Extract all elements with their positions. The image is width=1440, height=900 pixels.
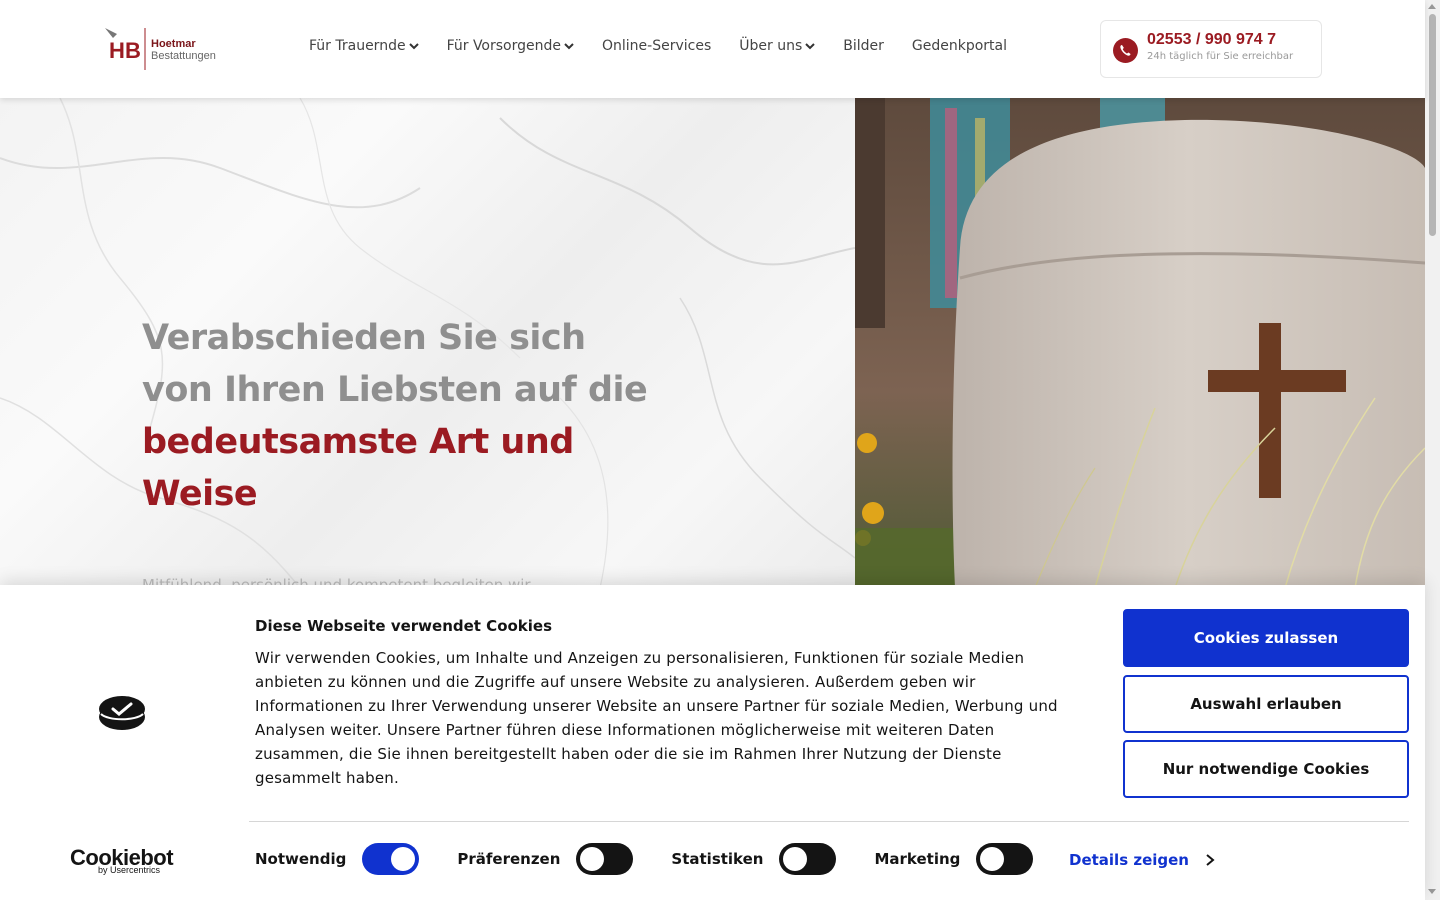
logo-mark-icon: H B	[105, 28, 146, 70]
scroll-up-arrow-icon[interactable]	[1428, 4, 1436, 9]
cookie-category-toggles: Notwendig Präferenzen Statistiken Market…	[255, 843, 1071, 875]
site-header: H B Hoetmar Bestattungen Für Trauernde F…	[0, 0, 1425, 98]
phone-contact[interactable]: 02553 / 990 974 7 24h täglich für Sie er…	[1100, 20, 1322, 78]
nav-item-ueber-uns[interactable]: Über uns	[739, 38, 815, 54]
svg-text:B: B	[125, 38, 141, 63]
toggle-label-necessary: Notwendig	[255, 850, 347, 868]
chevron-down-icon	[408, 43, 419, 50]
hero-title-line1: Verabschieden Sie sich	[142, 318, 586, 358]
cookie-banner-divider	[249, 821, 1409, 822]
nav-item-online-services[interactable]: Online-Services	[602, 38, 711, 54]
hero-title-accent-line2: Weise	[142, 474, 258, 514]
logo-line2: Bestattungen	[151, 50, 216, 62]
cookie-banner-text: Wir verwenden Cookies, um Inhalte und An…	[255, 649, 1058, 787]
site-logo[interactable]: H B Hoetmar Bestattungen	[103, 26, 233, 72]
nav-label: Online-Services	[602, 38, 712, 54]
phone-number[interactable]: 02553 / 990 974 7	[1147, 31, 1276, 49]
hero-text-panel: Verabschieden Sie sich von Ihren Liebste…	[0, 98, 855, 588]
nav-item-gedenkportal[interactable]: Gedenkportal	[912, 38, 1007, 54]
allow-selection-button[interactable]: Auswahl erlauben	[1123, 675, 1409, 733]
show-details-label: Details zeigen	[1069, 851, 1189, 869]
statistics-toggle[interactable]	[779, 843, 837, 875]
toggle-group-necessary: Notwendig	[255, 843, 420, 875]
toggle-knob	[980, 847, 1005, 871]
nav-item-bilder[interactable]: Bilder	[843, 38, 884, 54]
necessary-cookies-only-button[interactable]: Nur notwendige Cookies	[1123, 740, 1409, 798]
toggle-knob	[783, 847, 808, 871]
svg-text:H: H	[109, 38, 125, 63]
nav-label: Gedenkportal	[911, 38, 1007, 54]
toggle-label-marketing: Marketing	[874, 850, 961, 868]
nav-label: Für Vorsorgende	[446, 38, 561, 54]
cookiebot-brand-sub: by Usercentrics	[98, 865, 161, 875]
logo-text: Hoetmar Bestattungen	[151, 38, 216, 62]
logo-line1: Hoetmar	[151, 38, 196, 50]
nav-label: Für Trauernde	[309, 38, 406, 54]
chevron-down-icon	[564, 43, 574, 50]
marketing-toggle[interactable]	[976, 843, 1034, 875]
toggle-group-marketing: Marketing	[874, 843, 1034, 875]
scroll-down-arrow-icon[interactable]	[1428, 889, 1436, 894]
scrollbar-thumb[interactable]	[1429, 14, 1436, 236]
toggle-label-statistics: Statistiken	[671, 850, 764, 868]
main-nav: Für Trauernde Für Vorsorgende Online-Ser…	[309, 38, 1035, 54]
phone-icon	[1113, 38, 1138, 63]
cookiebot-mark-icon	[99, 696, 145, 730]
nav-label: Über uns	[739, 38, 803, 54]
cookie-banner-title: Diese Webseite verwendet Cookies	[255, 617, 553, 635]
toggle-group-preferences: Präferenzen	[457, 843, 634, 875]
preferences-toggle[interactable]	[576, 843, 634, 875]
hero-image	[855, 98, 1425, 588]
urn-photo	[855, 98, 1425, 588]
hero-title: Verabschieden Sie sich von Ihren Liebste…	[142, 312, 662, 520]
chevron-right-icon	[1206, 854, 1215, 866]
hero-title-line2: von Ihren Liebsten auf die	[142, 370, 648, 410]
toggle-group-statistics: Statistiken	[671, 843, 837, 875]
allow-all-cookies-button[interactable]: Cookies zulassen	[1123, 609, 1409, 667]
toggle-knob	[580, 847, 605, 871]
hero-title-accent-line1: bedeutsamste Art und	[142, 422, 574, 462]
nav-label: Bilder	[843, 38, 884, 54]
page-scrollbar[interactable]	[1425, 0, 1440, 900]
phone-availability: 24h täglich für Sie erreichbar	[1147, 51, 1294, 62]
toggle-label-preferences: Präferenzen	[457, 850, 561, 868]
chevron-down-icon	[805, 43, 815, 50]
nav-item-fuer-trauernde[interactable]: Für Trauernde	[309, 38, 419, 54]
show-details-link[interactable]: Details zeigen	[1069, 851, 1215, 869]
cookie-consent-banner: Cookiebot by Usercentrics Diese Webseite…	[0, 585, 1425, 900]
necessary-toggle[interactable]	[362, 843, 420, 875]
nav-item-fuer-vorsorgende[interactable]: Für Vorsorgende	[447, 38, 574, 54]
toggle-knob	[391, 847, 416, 871]
